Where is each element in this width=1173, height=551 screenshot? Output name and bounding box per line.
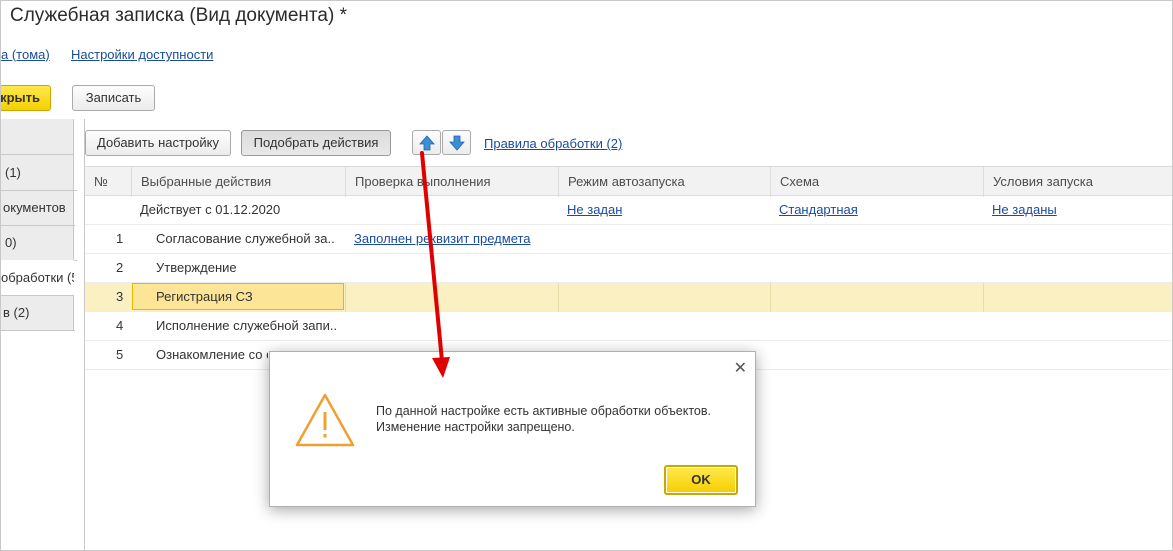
arrow-up-icon bbox=[419, 135, 435, 151]
row-number: 2 bbox=[116, 260, 124, 275]
row-action: Исполнение служебной запи... bbox=[156, 318, 338, 333]
group-action: Действует с 01.12.2020 bbox=[140, 202, 281, 217]
table-header: № Выбранные действия Проверка выполнения… bbox=[85, 166, 1172, 197]
page-title: Служебная записка (Вид документа) * bbox=[10, 5, 347, 26]
left-tab-documents[interactable]: окументов bbox=[1, 190, 75, 226]
col-scheme[interactable]: Схема bbox=[770, 167, 983, 197]
warning-icon bbox=[295, 393, 355, 447]
left-tab-5[interactable]: в (2) bbox=[1, 295, 75, 331]
table-row[interactable]: 4 Исполнение служебной запи... bbox=[85, 312, 1172, 341]
scheme-link[interactable]: Стандартная bbox=[779, 196, 858, 225]
move-up-button[interactable] bbox=[412, 130, 441, 155]
row-action: Ознакомление со с bbox=[156, 347, 268, 362]
dialog-message-line2: Изменение настройки запрещено. bbox=[376, 420, 575, 434]
move-down-button[interactable] bbox=[442, 130, 471, 155]
table-row[interactable]: 2 Утверждение bbox=[85, 254, 1172, 283]
nav-link-volumes[interactable]: а (тома) bbox=[1, 47, 50, 62]
col-selected-actions[interactable]: Выбранные действия bbox=[131, 167, 345, 197]
row-check-link[interactable]: Заполнен реквизит предмета bbox=[354, 225, 531, 254]
processing-rules-link[interactable]: Правила обработки (2) bbox=[484, 136, 622, 151]
row-action: Утверждение bbox=[156, 260, 237, 275]
row-number: 4 bbox=[116, 318, 124, 333]
add-setting-button[interactable]: Добавить настройку bbox=[85, 130, 231, 156]
conditions-link[interactable]: Не заданы bbox=[992, 196, 1057, 225]
left-tab-empty[interactable] bbox=[1, 119, 73, 155]
arrow-down-icon bbox=[449, 135, 465, 151]
col-check[interactable]: Проверка выполнения bbox=[345, 167, 558, 197]
warning-dialog: ✕ По данной настройке есть активные обра… bbox=[269, 351, 756, 507]
left-tabs-panel: (1) окументов 0) обработки (5 в (2) bbox=[1, 119, 77, 331]
table-row-selected[interactable]: 3 Регистрация СЗ bbox=[85, 283, 1172, 312]
save-button[interactable]: Записать bbox=[72, 85, 155, 111]
col-autostart[interactable]: Режим автозапуска bbox=[558, 167, 770, 197]
ok-button[interactable]: OK bbox=[664, 465, 738, 495]
row-action: Согласование служебной за... bbox=[156, 231, 336, 246]
save-and-close-button[interactable]: крыть bbox=[1, 85, 51, 111]
col-number[interactable]: № bbox=[85, 167, 131, 197]
autostart-link[interactable]: Не задан bbox=[567, 196, 622, 225]
table-group-row[interactable]: Действует с 01.12.2020 Не задан Стандарт… bbox=[85, 196, 1172, 225]
dialog-message-line1: По данной настройке есть активные обрабо… bbox=[376, 404, 711, 418]
row-number: 1 bbox=[116, 231, 124, 246]
left-tab-1[interactable]: (1) bbox=[1, 155, 77, 191]
left-tab-3[interactable]: 0) bbox=[1, 225, 77, 261]
pick-actions-button[interactable]: Подобрать действия bbox=[241, 130, 391, 156]
row-number: 3 bbox=[116, 289, 124, 304]
left-tab-processing-rules[interactable]: обработки (5 bbox=[1, 260, 74, 296]
col-conditions[interactable]: Условия запуска bbox=[983, 167, 1172, 197]
row-action-selected[interactable]: Регистрация СЗ bbox=[132, 283, 344, 310]
close-icon[interactable]: ✕ bbox=[734, 358, 747, 378]
nav-link-access-settings[interactable]: Настройки доступности bbox=[71, 47, 213, 62]
table-row[interactable]: 1 Согласование служебной за... Заполнен … bbox=[85, 225, 1172, 254]
app-window: Служебная записка (Вид документа) * а (т… bbox=[0, 0, 1173, 551]
row-number: 5 bbox=[116, 347, 124, 362]
